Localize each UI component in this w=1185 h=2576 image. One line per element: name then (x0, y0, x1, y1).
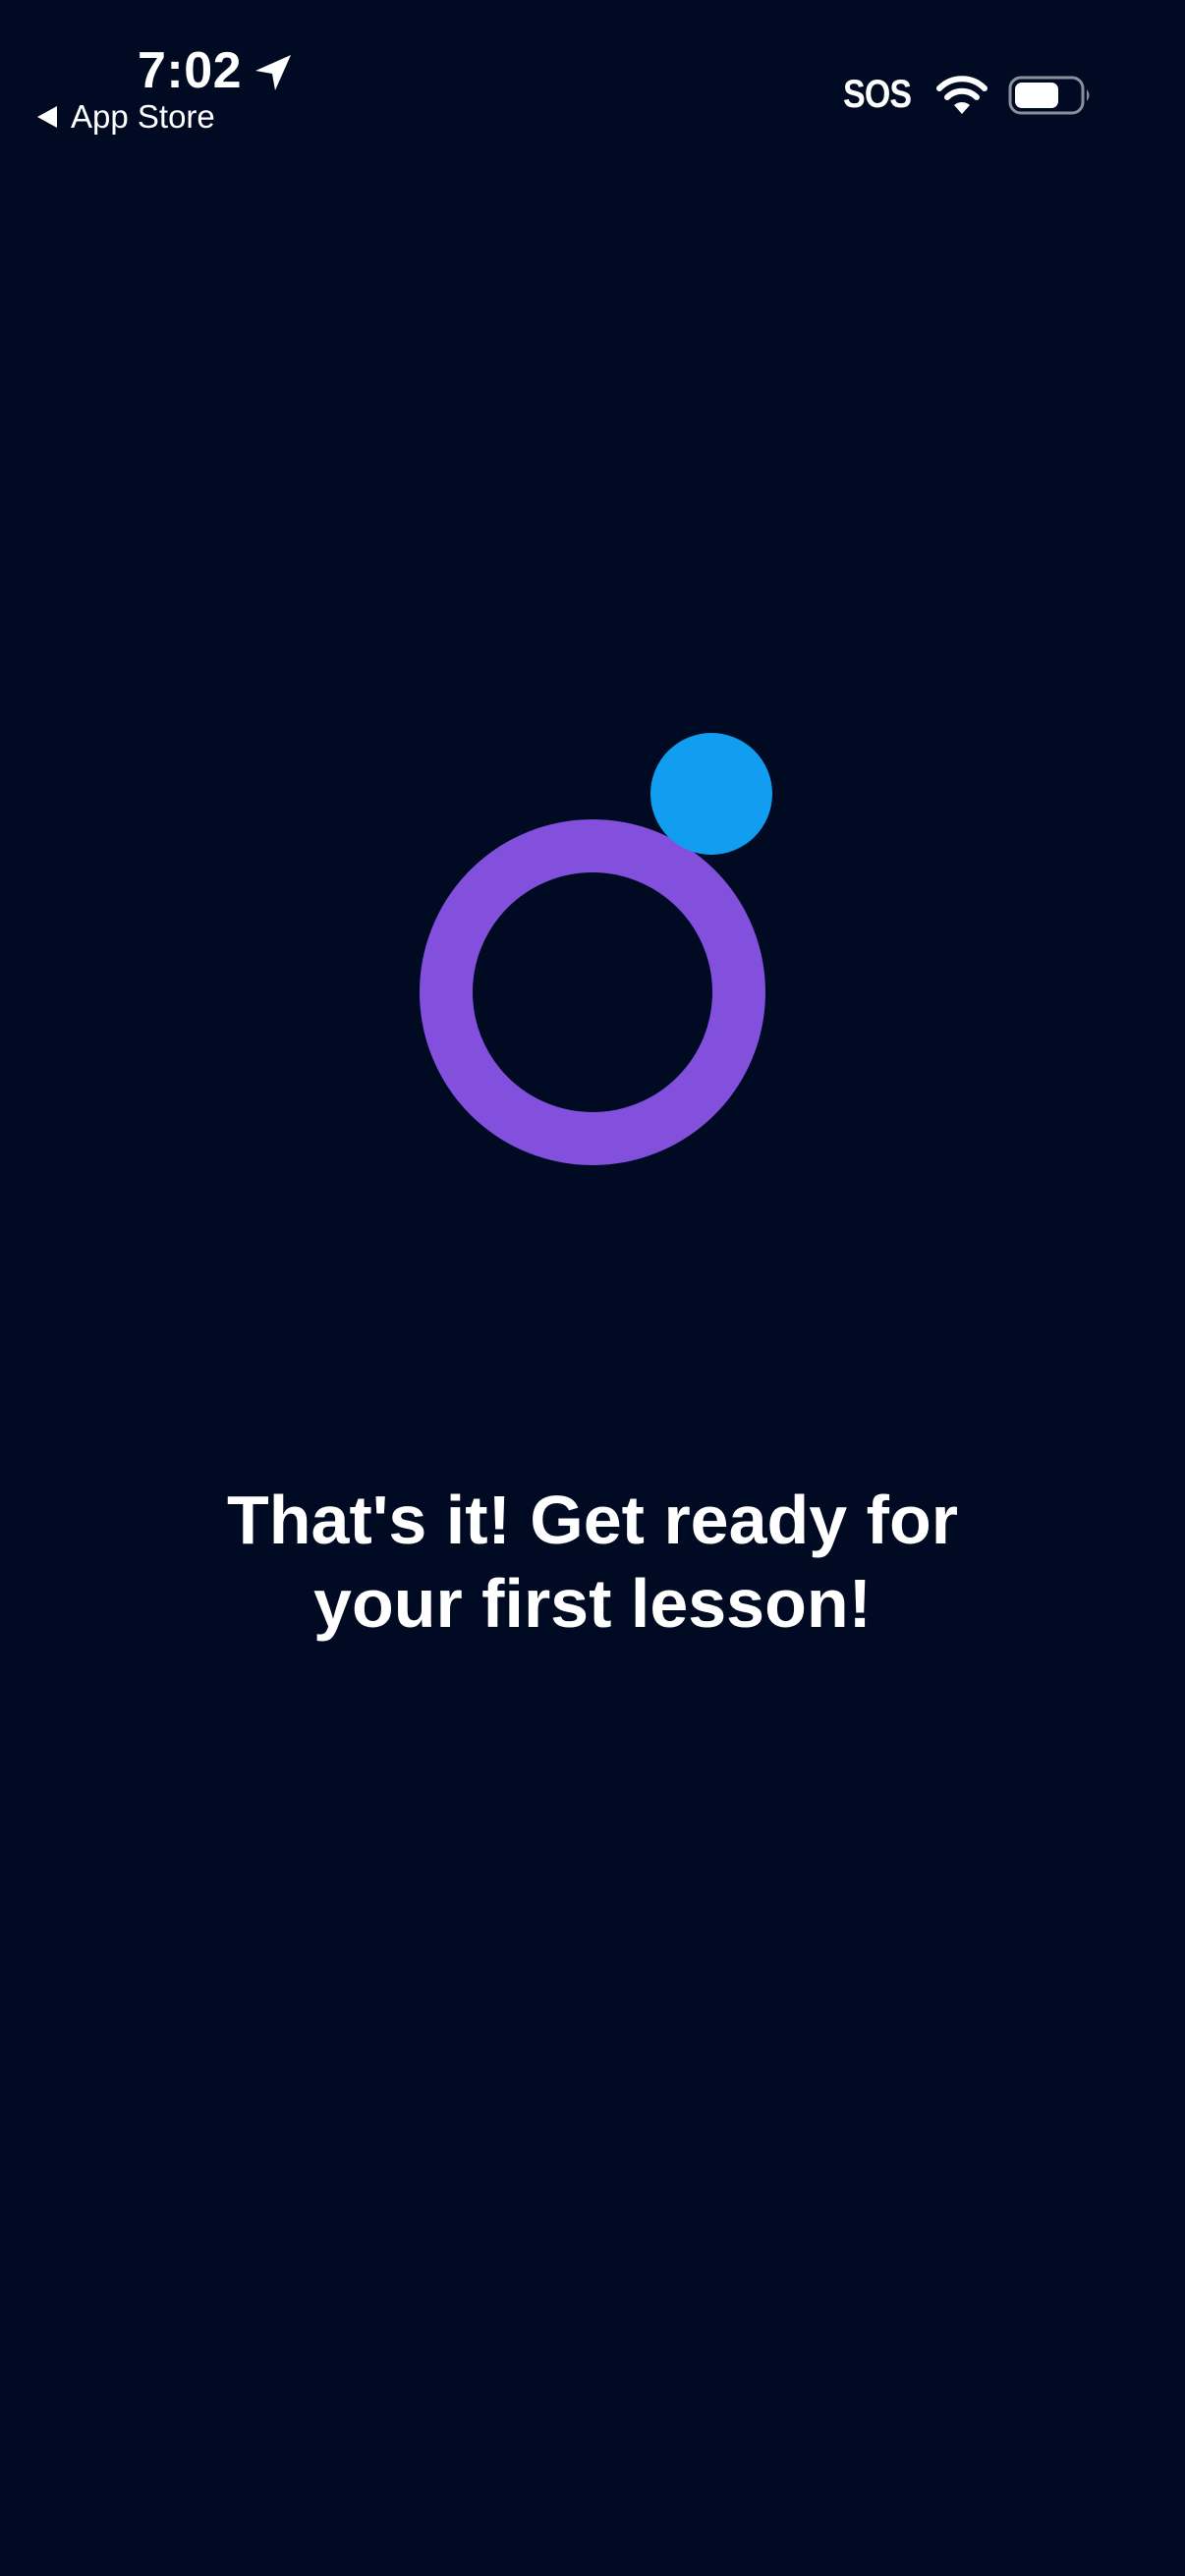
completion-message: That's it! Get ready for your first less… (101, 1479, 1084, 1646)
battery-icon (1008, 76, 1090, 115)
status-time: 7:02 (138, 42, 243, 99)
app-logo-icon (420, 733, 772, 1165)
back-arrow-icon (37, 106, 57, 128)
completion-message-line-1: That's it! Get ready for (227, 1482, 958, 1558)
sos-indicator: SOS (843, 73, 912, 116)
back-link-label: App Store (71, 98, 215, 135)
status-bar: 7:02 App Store SOS (0, 0, 1185, 147)
onboarding-complete-screen: 7:02 App Store SOS That's it! Get ready … (0, 0, 1185, 2576)
completion-message-line-2: your first lesson! (313, 1565, 872, 1642)
wifi-icon (936, 76, 988, 114)
back-to-app-store-link[interactable]: App Store (35, 96, 215, 138)
location-arrow-icon (255, 55, 291, 90)
